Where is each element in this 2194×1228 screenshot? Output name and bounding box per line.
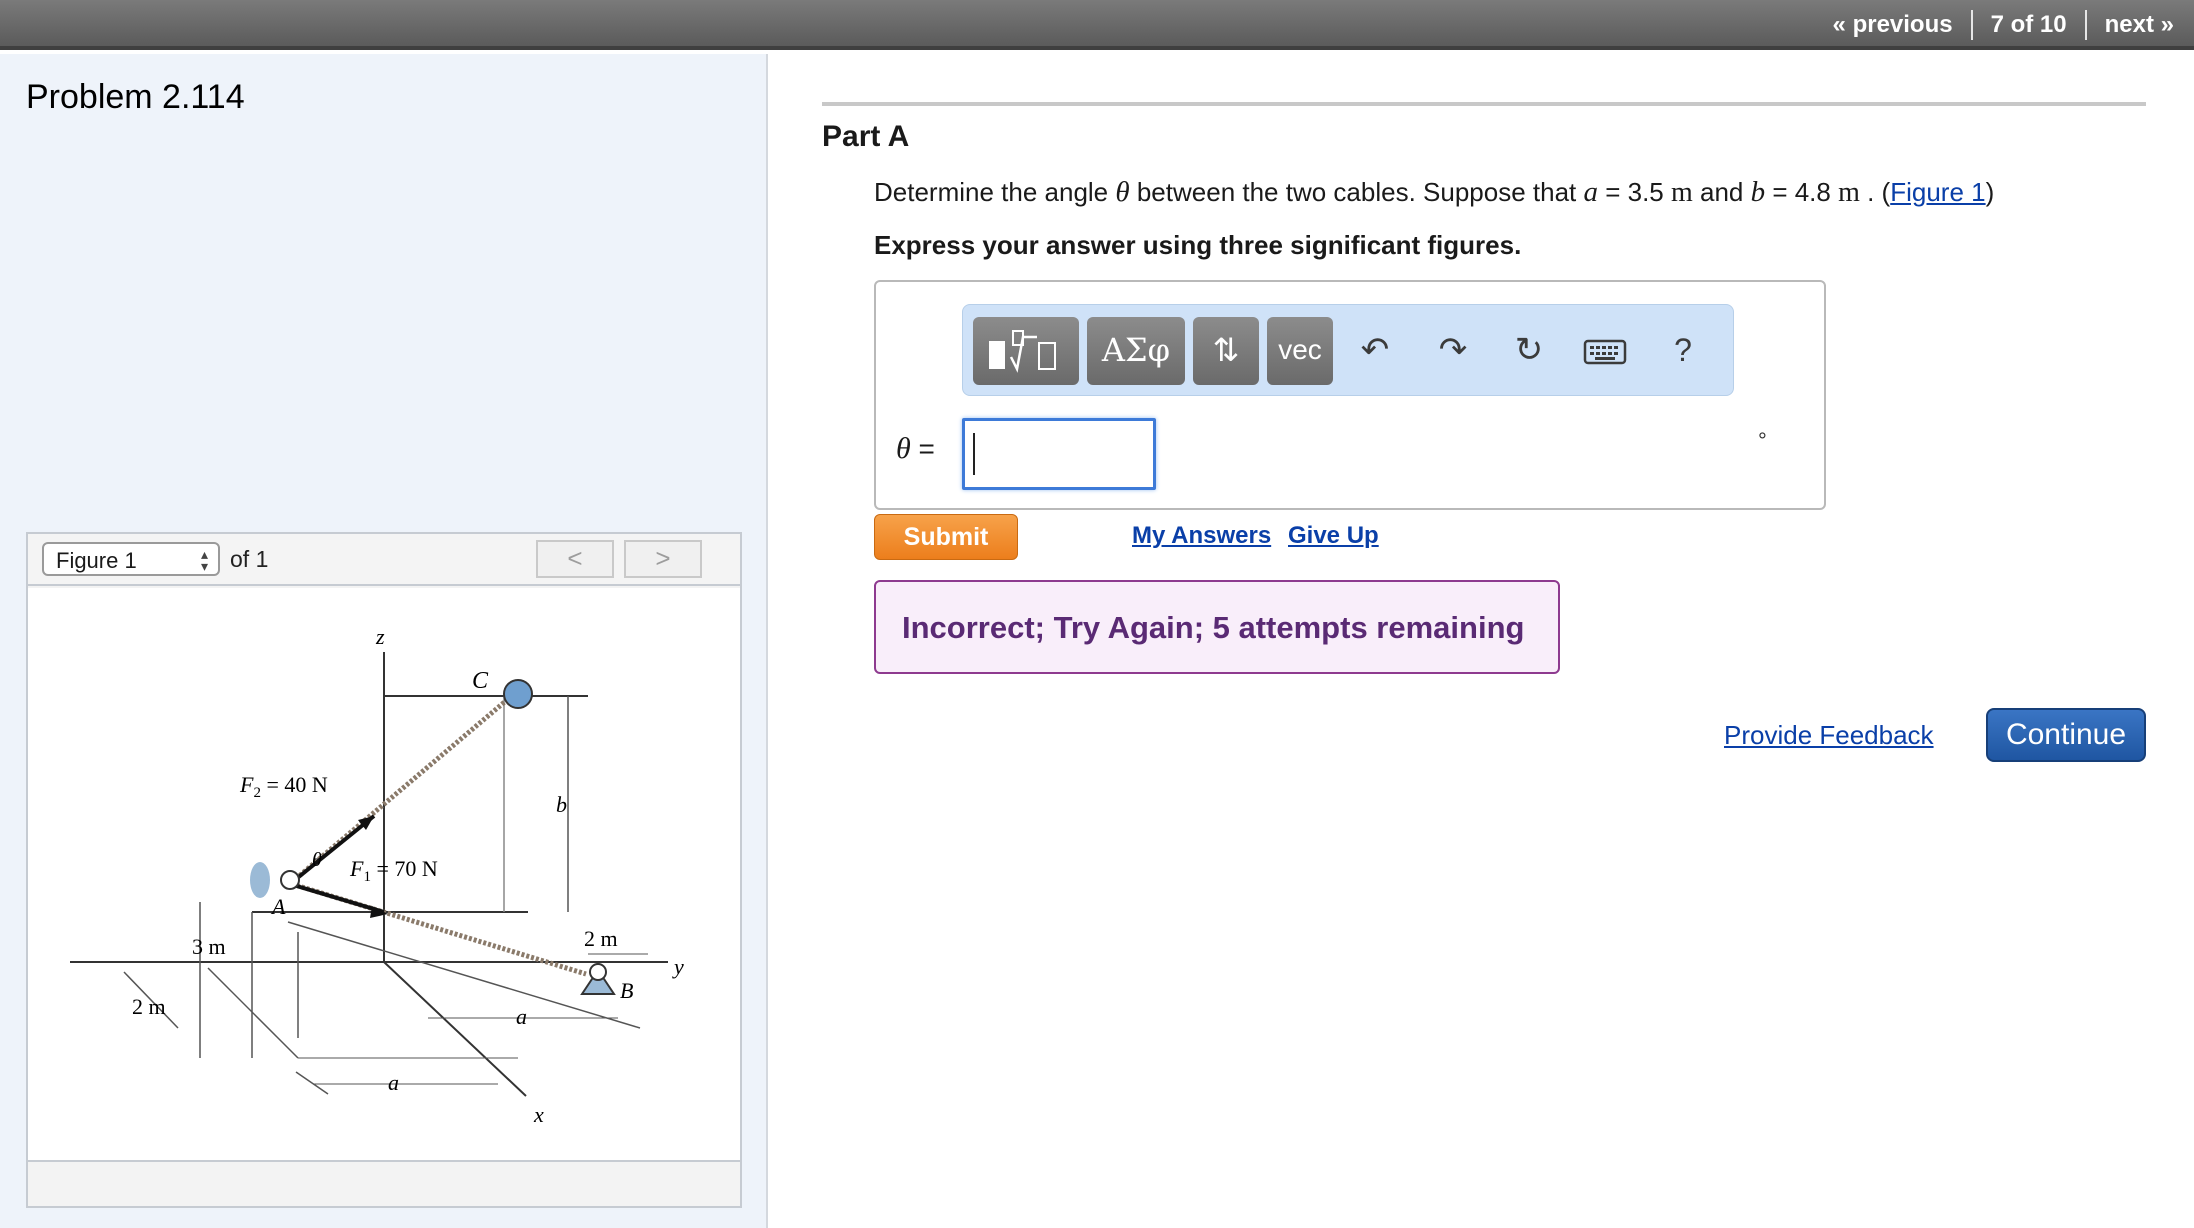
my-answers-link[interactable]: My Answers: [1132, 522, 1271, 550]
previous-link[interactable]: « previous: [1833, 11, 1953, 39]
part-label: Part A: [822, 120, 910, 153]
figure-prev-button[interactable]: <: [536, 540, 614, 578]
f1-label: F1 = 70 N: [349, 856, 438, 885]
problem-title: Problem 2.114: [26, 78, 245, 116]
dim-2m-right-label: 2 m: [584, 926, 618, 951]
point-b-label: B: [620, 978, 633, 1003]
template-button[interactable]: [973, 317, 1079, 385]
instruction-text: Express your answer using three signific…: [874, 230, 1522, 260]
left-panel: Problem 2.114 Figure 1 ▴ ▾ of 1 < > z x …: [0, 54, 768, 1228]
top-bar: « previous 7 of 10 next »: [0, 0, 2194, 50]
redo-icon[interactable]: ↷: [1423, 317, 1483, 385]
figure-1-diagram: z x y C A B b a a θ F2 = 40 N F1 = 70 N …: [70, 624, 684, 1127]
undo-icon[interactable]: ↶: [1345, 317, 1405, 385]
answer-box: ΑΣφ ⇅ vec ↶ ↷ ↻ ? θ = °: [874, 280, 1826, 510]
problem-position[interactable]: 7 of 10: [1991, 11, 2067, 39]
y-axis-label: y: [672, 954, 684, 979]
feedback-message: Incorrect; Try Again; 5 attempts remaini…: [874, 580, 1560, 674]
next-link[interactable]: next »: [2105, 11, 2174, 39]
figure-count: of 1: [230, 546, 269, 572]
figure-header: Figure 1 ▴ ▾ of 1 < >: [28, 534, 740, 586]
figure-image: z x y C A B b a a θ F2 = 40 N F1 = 70 N …: [28, 588, 740, 1162]
feedback-text: Incorrect; Try Again; 5 attempts remaini…: [902, 610, 1525, 645]
problem-navigation: « previous 7 of 10 next »: [1833, 10, 2174, 40]
select-arrows-icon: ▴ ▾: [200, 546, 208, 574]
x-axis-label: x: [533, 1102, 544, 1127]
keyboard-icon[interactable]: [1575, 317, 1635, 385]
greek-symbols-button[interactable]: ΑΣφ: [1087, 317, 1185, 385]
reset-icon[interactable]: ↻: [1499, 317, 1559, 385]
theta-label: θ: [312, 849, 322, 871]
dim-2m-left-label: 2 m: [132, 994, 166, 1019]
continue-button[interactable]: Continue: [1986, 708, 2146, 762]
math-toolbar: ΑΣφ ⇅ vec ↶ ↷ ↻ ?: [962, 304, 1734, 396]
give-up-link[interactable]: Give Up: [1288, 522, 1379, 550]
text-caret: [973, 433, 975, 475]
dim-3m-label: 3 m: [192, 934, 226, 959]
provide-feedback-link[interactable]: Provide Feedback: [1724, 720, 1934, 751]
a-dimension-label: a: [516, 1004, 527, 1029]
point-c-label: C: [472, 668, 489, 694]
figure-next-button[interactable]: >: [624, 540, 702, 578]
figure-select[interactable]: Figure 1 ▴ ▾: [42, 542, 220, 576]
figure-viewer: Figure 1 ▴ ▾ of 1 < > z x y C A B b a a …: [26, 532, 742, 1208]
figure-link[interactable]: Figure 1: [1890, 177, 1985, 207]
subscript-superscript-button[interactable]: ⇅: [1193, 317, 1259, 385]
point-a-label: A: [270, 894, 286, 919]
part-divider: [822, 102, 2146, 106]
vector-button[interactable]: vec: [1267, 317, 1333, 385]
nav-divider: [2084, 10, 2087, 40]
question-text: Determine the angle θ between the two ca…: [874, 176, 1995, 208]
answer-label: θ =: [896, 432, 935, 465]
f2-label: F2 = 40 N: [239, 772, 328, 801]
a-dimension-label: a: [388, 1070, 399, 1095]
nav-divider: [1970, 10, 1973, 40]
answer-input[interactable]: [962, 418, 1156, 490]
submit-button[interactable]: Submit: [874, 514, 1018, 560]
b-dimension-label: b: [556, 792, 567, 817]
templates-icon: [989, 330, 1056, 373]
z-axis-label: z: [375, 624, 385, 649]
help-button[interactable]: ?: [1653, 317, 1713, 385]
figure-select-value: Figure 1: [56, 548, 137, 573]
degree-unit: °: [1758, 428, 1767, 453]
